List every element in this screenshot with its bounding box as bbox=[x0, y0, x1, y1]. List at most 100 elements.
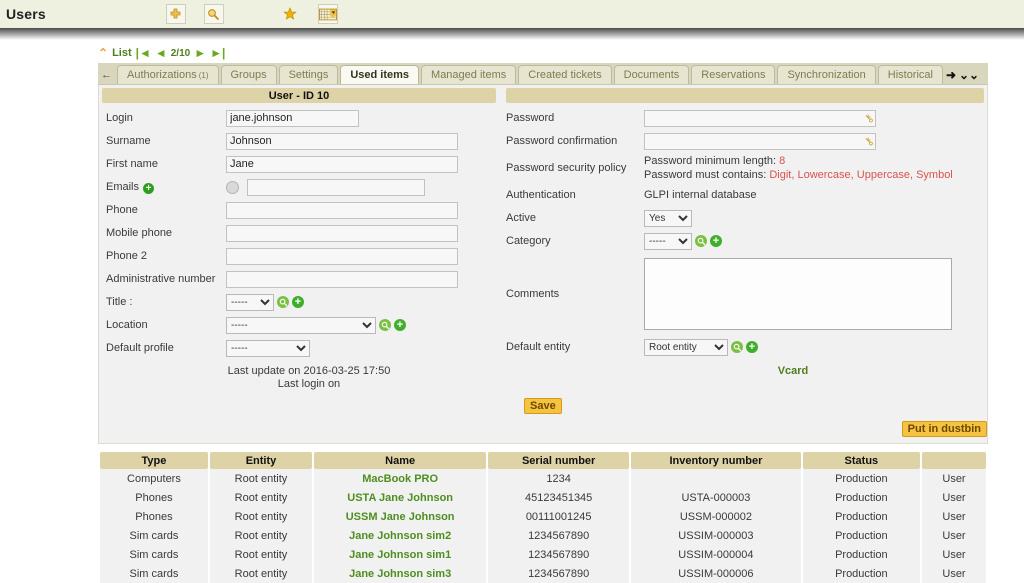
table-row[interactable]: Computers Root entity MacBook PRO 1234 P… bbox=[100, 469, 986, 488]
cell-inventory: USTA-000003 bbox=[631, 488, 801, 507]
first-page-icon[interactable]: |◄ bbox=[136, 47, 151, 59]
title-search-icon[interactable] bbox=[277, 296, 289, 308]
table-row[interactable]: Sim cards Root entity Jane Johnson sim3 … bbox=[100, 564, 986, 583]
phone-input[interactable] bbox=[226, 201, 458, 219]
field-password-confirmation: Password confirmation ⚷ bbox=[499, 130, 987, 152]
active-select[interactable]: Yes bbox=[644, 209, 692, 227]
default-profile-select[interactable]: ----- bbox=[226, 339, 310, 357]
cell-status: Production bbox=[802, 564, 920, 583]
cell-name[interactable]: Jane Johnson sim2 bbox=[314, 526, 487, 545]
column-header-name[interactable]: Name bbox=[314, 452, 487, 469]
location-select[interactable]: ----- bbox=[226, 316, 376, 334]
comments-textarea[interactable] bbox=[644, 258, 952, 330]
field-password: Password ⚷ bbox=[499, 107, 987, 129]
login-input[interactable] bbox=[226, 109, 359, 127]
cell-name[interactable]: MacBook PRO bbox=[314, 469, 487, 488]
put-in-dustbin-button[interactable]: Put in dustbin bbox=[901, 421, 987, 437]
location-search-icon[interactable] bbox=[379, 319, 391, 331]
tab-historical[interactable]: Historical bbox=[877, 65, 943, 84]
tab-label: Documents bbox=[623, 69, 680, 81]
prev-page-icon[interactable]: ◄ bbox=[155, 47, 167, 59]
last-login-text: Last login on bbox=[277, 378, 341, 390]
field-password-policy: Password security policy Password minimu… bbox=[499, 153, 987, 183]
form-title-band: User - ID 10 bbox=[102, 88, 496, 103]
tabs-scroll-right-icon[interactable]: ➜ bbox=[943, 68, 959, 82]
category-add-icon[interactable]: + bbox=[710, 235, 722, 247]
cell-entity: Root entity bbox=[209, 545, 313, 564]
emails-label-text: Emails bbox=[106, 181, 140, 193]
search-icon[interactable] bbox=[203, 4, 224, 24]
tab-used-items[interactable]: Used items bbox=[340, 65, 420, 84]
add-icon[interactable] bbox=[165, 4, 186, 24]
save-button[interactable]: Save bbox=[524, 398, 562, 414]
password-input[interactable] bbox=[644, 109, 876, 127]
default-entity-select[interactable]: Root entity bbox=[644, 338, 728, 356]
category-search-icon[interactable] bbox=[695, 235, 707, 247]
administrative-number-input[interactable] bbox=[226, 270, 458, 288]
tab-groups[interactable]: Groups bbox=[220, 65, 277, 84]
mobile-phone-input[interactable] bbox=[226, 224, 458, 242]
table-row[interactable]: Sim cards Root entity Jane Johnson sim2 … bbox=[100, 526, 986, 545]
column-header-inventory-number[interactable]: Inventory number bbox=[631, 452, 801, 469]
tabs-scroll-left-icon[interactable]: ← bbox=[98, 65, 115, 84]
tab-authorizations[interactable]: Authorizations (1) bbox=[117, 65, 219, 84]
vcard-link[interactable]: Vcard bbox=[499, 359, 987, 377]
table-row[interactable]: Phones Root entity USTA Jane Johnson 451… bbox=[100, 488, 986, 507]
firstname-input[interactable] bbox=[226, 155, 458, 173]
column-header-blank[interactable] bbox=[921, 452, 986, 469]
cell-relation: User bbox=[921, 488, 986, 507]
title-select[interactable]: ----- bbox=[226, 293, 274, 311]
password-confirmation-input[interactable] bbox=[644, 132, 876, 150]
tab-count: (1) bbox=[198, 70, 209, 80]
cell-name[interactable]: USSM Jane Johnson bbox=[314, 507, 487, 526]
field-login: Login bbox=[99, 107, 499, 129]
field-default-profile: Default profile ----- bbox=[99, 337, 499, 359]
page-counter: 2/10 bbox=[170, 47, 191, 59]
breadcrumb-list-link[interactable]: List bbox=[112, 47, 132, 59]
header-toolbar bbox=[110, 4, 338, 24]
column-header-entity[interactable]: Entity bbox=[209, 452, 313, 469]
last-page-icon[interactable]: ►| bbox=[210, 47, 225, 59]
table-row[interactable]: Phones Root entity USSM Jane Johnson 001… bbox=[100, 507, 986, 526]
cell-name[interactable]: Jane Johnson sim3 bbox=[314, 564, 487, 583]
bookmark-star-icon[interactable] bbox=[280, 4, 300, 24]
collapse-up-icon[interactable]: ⌃ bbox=[98, 46, 108, 60]
tab-reservations[interactable]: Reservations bbox=[691, 65, 776, 84]
entity-search-icon[interactable] bbox=[731, 341, 743, 353]
form-header-bands: User - ID 10 bbox=[99, 85, 987, 103]
phone2-input[interactable] bbox=[226, 247, 458, 265]
add-email-plus-icon[interactable]: + bbox=[143, 183, 155, 194]
cell-name[interactable]: USTA Jane Johnson bbox=[314, 488, 487, 507]
column-header-status[interactable]: Status bbox=[802, 452, 920, 469]
table-header-row: Type Entity Name Serial number Inventory… bbox=[100, 452, 986, 469]
tab-label: Synchronization bbox=[787, 69, 866, 81]
last-update-info: Last update on 2016-03-25 17:50 Last log… bbox=[99, 360, 499, 391]
surname-input[interactable] bbox=[226, 132, 458, 150]
table-row[interactable]: Sim cards Root entity Jane Johnson sim1 … bbox=[100, 545, 986, 564]
cell-serial: 1234 bbox=[488, 469, 630, 488]
cell-status: Production bbox=[802, 469, 920, 488]
title-add-icon[interactable]: + bbox=[292, 296, 304, 308]
column-header-serial-number[interactable]: Serial number bbox=[488, 452, 630, 469]
tab-settings[interactable]: Settings bbox=[278, 65, 339, 84]
tab-label: Used items bbox=[350, 69, 410, 81]
policy-contains-label: Password must contains: bbox=[644, 169, 770, 181]
category-select[interactable]: ----- bbox=[644, 232, 692, 250]
list-view-icon[interactable] bbox=[317, 4, 338, 24]
cell-name[interactable]: Jane Johnson sim1 bbox=[314, 545, 487, 564]
field-title: Title : ----- + bbox=[99, 291, 499, 313]
entity-add-icon[interactable]: + bbox=[746, 341, 758, 353]
tab-documents[interactable]: Documents bbox=[613, 65, 690, 84]
field-active: Active Yes bbox=[499, 207, 987, 229]
tabs-more-icon[interactable]: ⌄⌄ bbox=[959, 68, 979, 82]
location-add-icon[interactable]: + bbox=[394, 319, 406, 331]
email-input[interactable] bbox=[247, 178, 425, 196]
tab-synchronization[interactable]: Synchronization bbox=[777, 65, 876, 84]
field-authentication: Authentication GLPI internal database bbox=[499, 184, 987, 206]
next-page-icon[interactable]: ► bbox=[194, 47, 206, 59]
field-administrative-number: Administrative number bbox=[99, 268, 499, 290]
tab-managed-items[interactable]: Managed items bbox=[421, 65, 517, 84]
tab-created-tickets[interactable]: Created tickets bbox=[518, 65, 612, 84]
column-header-type[interactable]: Type bbox=[100, 452, 208, 469]
email-default-radio[interactable] bbox=[226, 180, 239, 194]
